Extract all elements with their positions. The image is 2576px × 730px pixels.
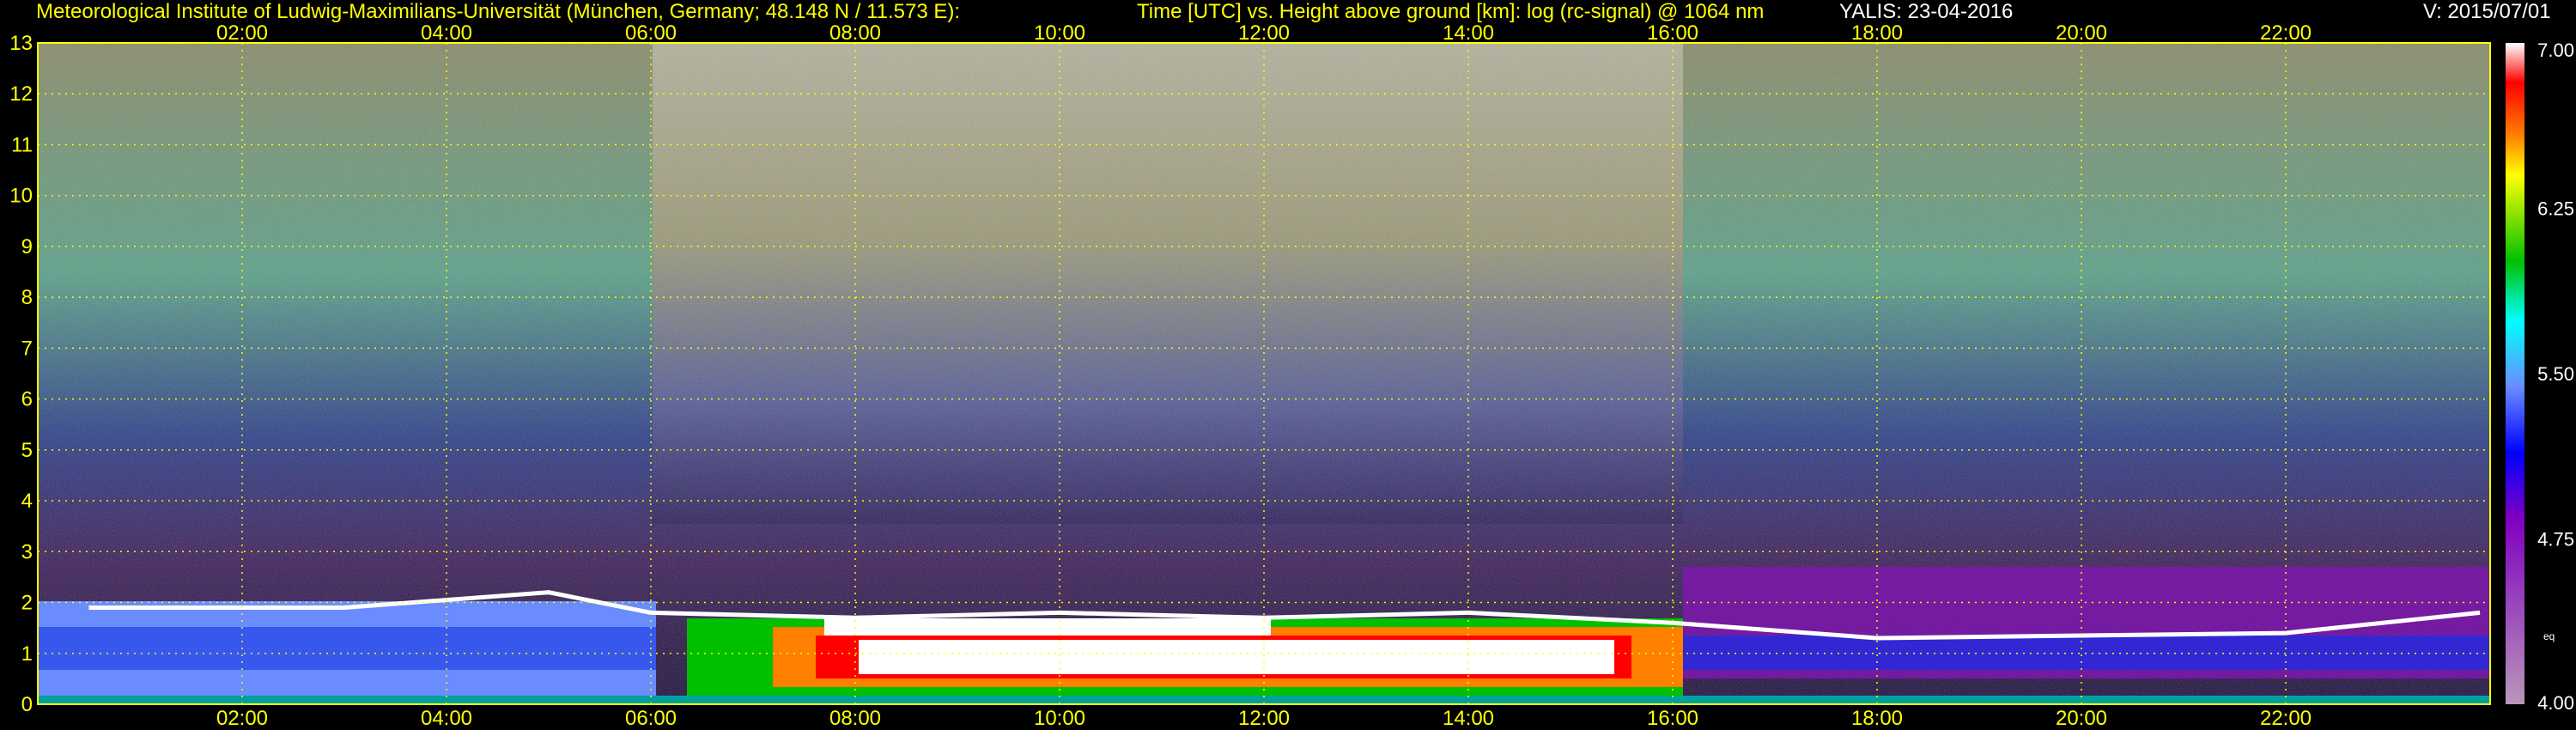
y-tick-label: 11 — [11, 133, 33, 156]
x-tick-label-bottom: 16:00 — [1647, 707, 1698, 730]
colorbar-tick-label: 7.00 — [2537, 40, 2574, 61]
y-tick-label: 12 — [9, 82, 33, 106]
lidar-chart: 02:00 04:00 06:00 08:00 10:00 12:00 14:00 16:00… — [9, 21, 2574, 730]
colorbar-tick-label: 4.75 — [2537, 529, 2574, 551]
colorbar-tick-label: 5.50 — [2537, 363, 2574, 385]
y-axis: 012345678910111213 — [9, 32, 33, 716]
colorbar: 7.00 6.25 5.50 4.75 4.00 eq — [2506, 40, 2574, 714]
x-tick-label-bottom: 10:00 — [1034, 707, 1085, 730]
y-tick-label: 0 — [21, 693, 33, 716]
x-tick-label-top: 08:00 — [829, 21, 881, 45]
colorbar-bar — [2506, 43, 2524, 704]
colorbar-tick-label: 4.00 — [2537, 692, 2574, 714]
x-tick-label-top: 20:00 — [2056, 21, 2107, 45]
x-tick-label-top: 02:00 — [216, 21, 268, 45]
x-tick-label-bottom: 22:00 — [2260, 707, 2312, 730]
x-tick-label-bottom: 20:00 — [2056, 707, 2107, 730]
y-tick-label: 9 — [21, 235, 33, 259]
x-tick-label-bottom: 18:00 — [1851, 707, 1903, 730]
x-tick-label-top: 06:00 — [625, 21, 677, 45]
x-tick-label-top: 10:00 — [1034, 21, 1085, 45]
colorbar-flag: eq — [2543, 630, 2555, 642]
y-tick-label: 10 — [9, 185, 33, 208]
y-tick-label: 5 — [21, 439, 33, 462]
colorbar-tick-label: 6.25 — [2537, 198, 2574, 220]
y-tick-label: 1 — [21, 642, 33, 666]
colorbar-ticks: 7.00 6.25 5.50 4.75 4.00 — [2537, 40, 2574, 714]
x-tick-label-top: 04:00 — [421, 21, 472, 45]
x-tick-label-top: 14:00 — [1443, 21, 1494, 45]
y-tick-label: 2 — [21, 592, 33, 615]
x-tick-label-top: 18:00 — [1851, 21, 1903, 45]
y-tick-label: 7 — [21, 337, 33, 360]
y-tick-label: 3 — [21, 540, 33, 563]
y-tick-label: 4 — [21, 490, 33, 513]
x-tick-label-bottom: 06:00 — [625, 707, 677, 730]
x-tick-label-top: 22:00 — [2260, 21, 2312, 45]
x-tick-label-bottom: 04:00 — [421, 707, 472, 730]
x-tick-label-bottom: 14:00 — [1443, 707, 1494, 730]
y-tick-label: 6 — [21, 388, 33, 411]
x-tick-label-bottom: 12:00 — [1238, 707, 1290, 730]
y-tick-label: 8 — [21, 286, 33, 309]
y-tick-label: 13 — [9, 32, 33, 55]
x-axis-top: 02:00 04:00 06:00 08:00 10:00 12:00 14:00 16:00… — [216, 21, 2312, 45]
x-tick-label-bottom: 02:00 — [216, 707, 268, 730]
x-tick-label-top: 12:00 — [1238, 21, 1290, 45]
x-tick-label-top: 16:00 — [1647, 21, 1698, 45]
x-axis-bottom: 02:00 04:00 06:00 08:00 10:00 12:00 14:00 16:00… — [216, 707, 2312, 730]
x-tick-label-bottom: 08:00 — [829, 707, 881, 730]
